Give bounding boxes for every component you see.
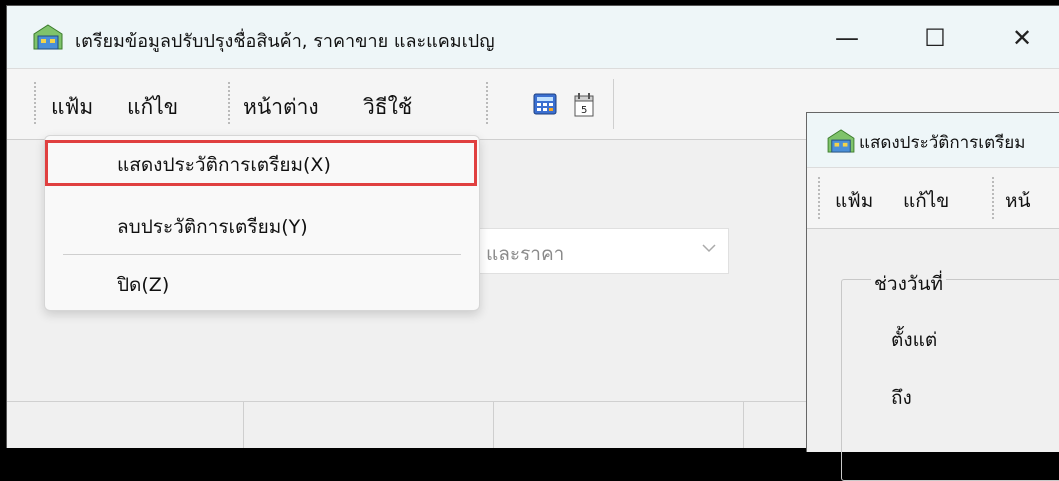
minimize-button[interactable]: —: [817, 16, 877, 60]
menu-item-label: แสดงประวัติการเตรียม(X): [117, 154, 331, 176]
window-title: แสดงประวัติการเตรียม: [859, 133, 1026, 153]
menu-item-delete-history[interactable]: ลบประวัติการเตรียม(Y): [45, 204, 479, 244]
maximize-button[interactable]: ☐: [905, 16, 965, 60]
grip-handle[interactable]: [227, 81, 231, 125]
history-window: แสดงประวัติการเตรียม แฟ้ม แก้ไข หน้ ช่วง…: [806, 112, 1059, 481]
app-icon: [33, 24, 63, 50]
calendar-icon[interactable]: 5: [573, 93, 595, 117]
grip-handle[interactable]: [991, 176, 995, 220]
title-bar: แสดงประวัติการเตรียม: [807, 113, 1059, 167]
from-label: ตั้งแต่: [891, 329, 938, 351]
menu-item-label: ปิด(Z): [117, 274, 170, 296]
title-bar: เตรียมข้อมูลปรับปรุงชื่อสินค้า, ราคาขาย …: [7, 6, 1059, 68]
maximize-icon: ☐: [924, 24, 946, 52]
group-label: ช่วงวันที่: [871, 269, 947, 299]
file-menu-dropdown: แสดงประวัติการเตรียม(X) ลบประวัติการเตรี…: [44, 135, 480, 311]
calculator-icon[interactable]: [533, 93, 557, 115]
menu-help[interactable]: วิธีใช้: [363, 91, 412, 124]
menu-bar: แฟ้ม แก้ไข หน้: [807, 167, 1059, 229]
grip-handle[interactable]: [33, 81, 37, 125]
menu-file[interactable]: แฟ้ม: [835, 186, 873, 216]
menu-window[interactable]: หน้: [1005, 186, 1031, 216]
minimize-icon: —: [835, 24, 859, 52]
close-icon: ✕: [1011, 24, 1033, 52]
grip-handle[interactable]: [817, 176, 821, 220]
menu-edit[interactable]: แก้ไข: [127, 91, 178, 124]
close-button[interactable]: ✕: [992, 16, 1052, 60]
menu-item-label: ลบประวัติการเตรียม(Y): [117, 216, 308, 238]
grip-handle[interactable]: [485, 81, 489, 125]
chevron-down-icon: [702, 244, 716, 253]
combo-value: และราคา: [486, 243, 565, 265]
menu-item-show-history[interactable]: แสดงประวัติการเตรียม(X): [45, 142, 479, 182]
status-divider: [743, 402, 744, 448]
menu-separator: [63, 254, 461, 255]
toolbar-separator: [613, 79, 614, 129]
menu-file[interactable]: แฟ้ม: [51, 91, 93, 124]
selection-combo[interactable]: และราคา: [469, 228, 729, 274]
menu-item-close[interactable]: ปิด(Z): [45, 262, 479, 302]
status-divider: [493, 402, 494, 448]
status-divider: [243, 402, 244, 448]
menu-window[interactable]: หน้าต่าง: [243, 91, 319, 124]
menu-edit[interactable]: แก้ไข: [903, 186, 949, 216]
window-title: เตรียมข้อมูลปรับปรุงชื่อสินค้า, ราคาขาย …: [75, 31, 495, 52]
svg-text:5: 5: [581, 105, 587, 116]
to-label: ถึง: [891, 387, 912, 409]
app-icon: [827, 129, 855, 153]
